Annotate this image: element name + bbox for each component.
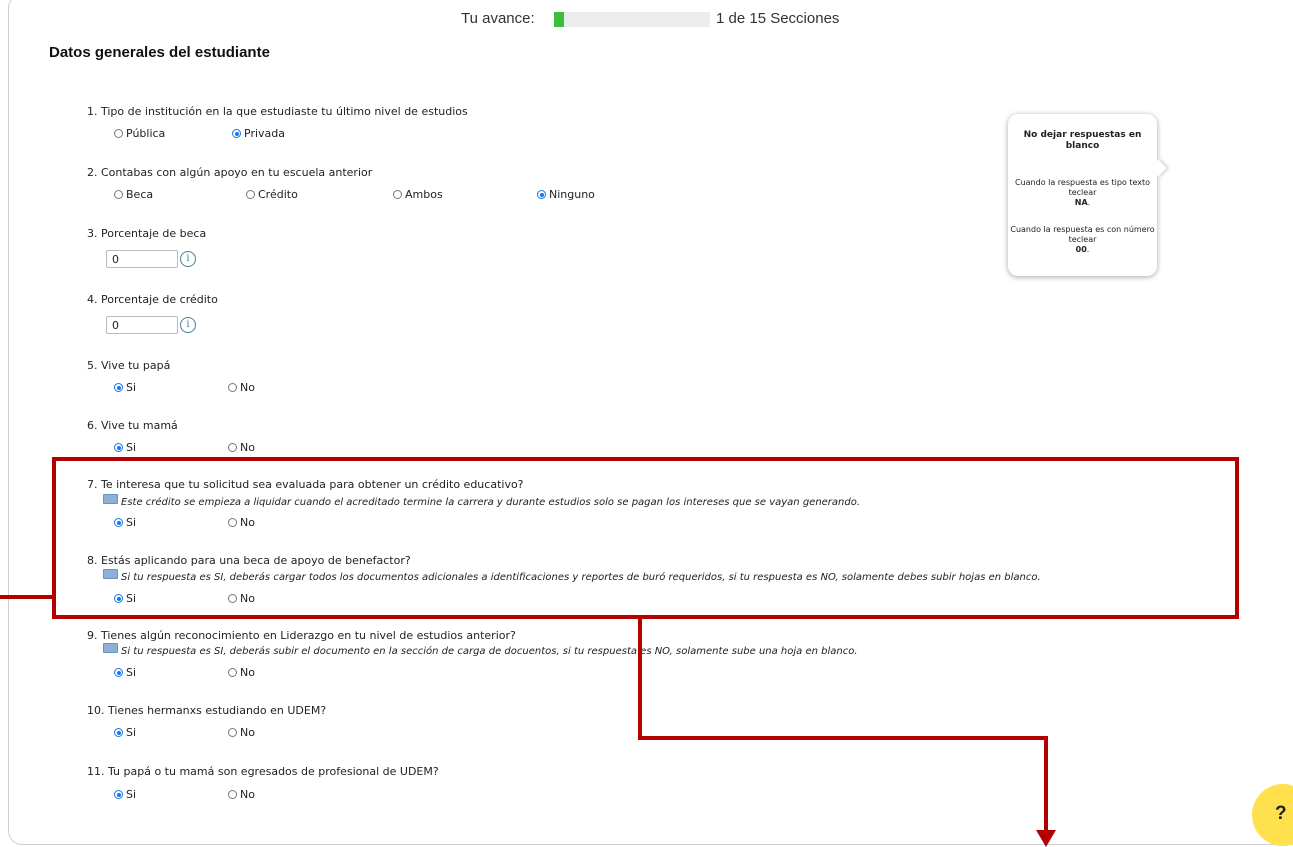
q2-option-credito[interactable]: Crédito: [246, 188, 298, 201]
tooltip-heading: No dejar respuestas en blanco: [1023, 130, 1142, 151]
question-icon: ?: [1275, 803, 1287, 824]
radio-button[interactable]: [246, 190, 255, 199]
question-2-label: 2. Contabas con algún apoyo en tu escuel…: [87, 166, 373, 179]
question-4-label: 4. Porcentaje de crédito: [87, 293, 218, 306]
annotation-line-left: [0, 595, 54, 599]
section-title: Datos generales del estudiante: [49, 44, 270, 61]
highlight-box: [52, 457, 1239, 619]
question-10-label: 10. Tienes hermanxs estudiando en UDEM?: [87, 704, 327, 717]
radio-button[interactable]: [393, 190, 402, 199]
note-text: Si tu respuesta es SI, deberás subir el …: [121, 646, 858, 657]
option-label: Si: [126, 726, 137, 739]
option-label: No: [240, 666, 255, 679]
tooltip-number-case: Cuando la respuesta es con número teclea…: [1010, 225, 1155, 254]
question-9-label: 9. Tienes algún reconocimiento en Lidera…: [87, 629, 516, 642]
q1-option-privada[interactable]: Privada: [232, 127, 285, 140]
credito-percentage-input[interactable]: [106, 316, 178, 334]
tooltip-number-case-label: Cuando la respuesta es con número teclea…: [1010, 225, 1155, 244]
question-6-label: 6. Vive tu mamá: [87, 419, 178, 432]
option-label: Crédito: [258, 188, 298, 201]
option-label: Beca: [126, 188, 154, 201]
comment-icon: [103, 643, 118, 653]
option-label: Si: [126, 441, 137, 454]
radio-button[interactable]: [114, 668, 123, 677]
q6-option-si[interactable]: Si: [114, 441, 136, 454]
beca-percentage-input[interactable]: [106, 250, 178, 268]
radio-button[interactable]: [228, 383, 237, 392]
question-1-label: 1. Tipo de institución en la que estudia…: [87, 105, 468, 118]
question-5-label: 5. Vive tu papá: [87, 359, 171, 372]
radio-button[interactable]: [114, 790, 123, 799]
progress-indicator: Tu avance: 1 de 15 Secciones: [0, 9, 1293, 31]
option-label: No: [240, 381, 255, 394]
info-icon[interactable]: i: [180, 317, 196, 333]
q5-option-no[interactable]: No: [228, 381, 255, 394]
blank-answers-tooltip: No dejar respuestas en blanco Cuando la …: [1008, 114, 1157, 276]
q9-option-no[interactable]: No: [228, 666, 255, 679]
radio-button[interactable]: [114, 443, 123, 452]
option-label: Si: [126, 788, 137, 801]
q9-option-si[interactable]: Si: [114, 666, 136, 679]
q2-option-ambos[interactable]: Ambos: [393, 188, 443, 201]
progress-bar-fill: [554, 12, 565, 27]
option-label: Si: [126, 381, 137, 394]
q11-option-no[interactable]: No: [228, 788, 255, 801]
option-label: Ambos: [405, 188, 443, 201]
q6-option-no[interactable]: No: [228, 441, 255, 454]
radio-button[interactable]: [228, 443, 237, 452]
arrow-down-icon: [1036, 830, 1056, 847]
q11-option-si[interactable]: Si: [114, 788, 136, 801]
radio-button[interactable]: [114, 129, 123, 138]
option-label: No: [240, 441, 255, 454]
radio-button[interactable]: [537, 190, 546, 199]
radio-button[interactable]: [228, 728, 237, 737]
question-11-label: 11. Tu papá o tu mamá son egresados de p…: [87, 765, 439, 778]
annotation-line-horizontal: [638, 736, 1048, 740]
option-label: Si: [126, 666, 137, 679]
tooltip-number-case-value: 00: [1075, 245, 1087, 254]
annotation-line-arrow-shaft: [1044, 736, 1048, 833]
option-label: Pública: [126, 127, 166, 140]
tooltip-text-case-label: Cuando la respuesta es tipo texto teclea…: [1014, 178, 1151, 197]
tooltip-text-case-value: NA: [1074, 198, 1088, 207]
question-3-label: 3. Porcentaje de beca: [87, 227, 207, 240]
radio-button[interactable]: [228, 668, 237, 677]
annotation-line-down: [638, 617, 642, 740]
q2-option-ninguno[interactable]: Ninguno: [537, 188, 595, 201]
q10-option-si[interactable]: Si: [114, 726, 136, 739]
q2-option-beca[interactable]: Beca: [114, 188, 153, 201]
tooltip-text-case: Cuando la respuesta es tipo texto teclea…: [1014, 178, 1151, 207]
option-label: Ninguno: [549, 188, 595, 201]
progress-count: 1 de 15 Secciones: [716, 10, 840, 27]
q5-option-si[interactable]: Si: [114, 381, 136, 394]
progress-bar: [554, 12, 710, 27]
radio-button[interactable]: [114, 190, 123, 199]
progress-label: Tu avance:: [461, 10, 535, 27]
info-icon[interactable]: i: [180, 251, 196, 267]
radio-button[interactable]: [114, 728, 123, 737]
radio-button[interactable]: [232, 129, 241, 138]
q10-option-no[interactable]: No: [228, 726, 255, 739]
radio-button[interactable]: [228, 790, 237, 799]
radio-button[interactable]: [114, 383, 123, 392]
option-label: Privada: [244, 127, 285, 140]
question-9-note: Si tu respuesta es SI, deberás subir el …: [103, 643, 858, 657]
option-label: No: [240, 788, 255, 801]
q1-option-publica[interactable]: Pública: [114, 127, 165, 140]
option-label: No: [240, 726, 255, 739]
